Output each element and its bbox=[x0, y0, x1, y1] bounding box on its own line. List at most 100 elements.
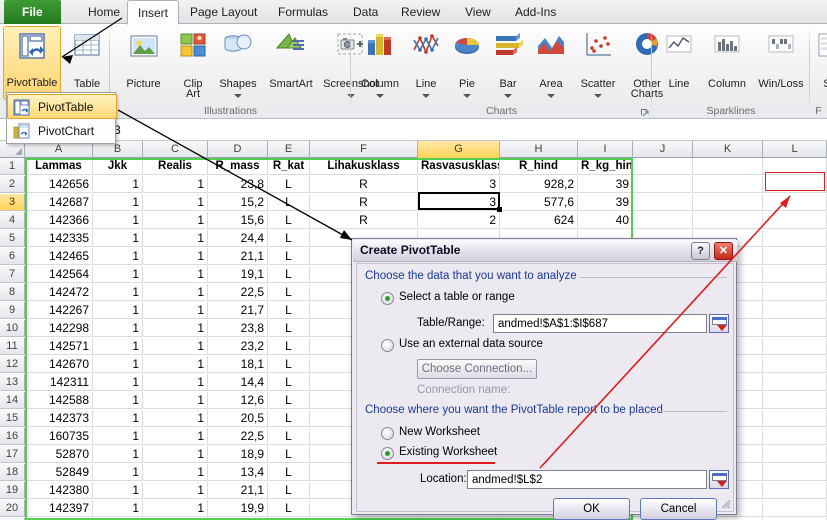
dialog-help-button[interactable]: ? bbox=[691, 242, 710, 260]
formula-input[interactable]: 3 bbox=[112, 121, 825, 139]
cell-E13[interactable]: L bbox=[268, 374, 310, 391]
cell-D3[interactable]: 15,2 bbox=[208, 194, 268, 211]
cell-A3[interactable]: 142687 bbox=[25, 194, 93, 211]
column-header-I[interactable]: I bbox=[578, 141, 633, 158]
cell-H4[interactable]: 624 bbox=[500, 212, 578, 229]
tab-page-layout[interactable]: Page Layout bbox=[180, 1, 267, 24]
cell-L10[interactable] bbox=[763, 320, 827, 337]
cell-E9[interactable]: L bbox=[268, 302, 310, 319]
cell-A1[interactable]: Lammas bbox=[25, 158, 93, 175]
cell-A18[interactable]: 52849 bbox=[25, 464, 93, 481]
cell-B1[interactable]: Jkk bbox=[93, 158, 143, 175]
cell-E6[interactable]: L bbox=[268, 248, 310, 265]
row-header-3[interactable]: 3 bbox=[0, 194, 25, 211]
cell-H2[interactable]: 928,2 bbox=[500, 176, 578, 193]
cell-D12[interactable]: 18,1 bbox=[208, 356, 268, 373]
cell-L12[interactable] bbox=[763, 356, 827, 373]
column-header-K[interactable]: K bbox=[693, 141, 763, 158]
cell-C14[interactable]: 1 bbox=[143, 392, 208, 409]
cell-H3[interactable]: 577,6 bbox=[500, 194, 578, 211]
cell-B14[interactable]: 1 bbox=[93, 392, 143, 409]
cell-D14[interactable]: 12,6 bbox=[208, 392, 268, 409]
bar-chart-button[interactable]: Bar bbox=[487, 26, 529, 100]
chevron-down-icon[interactable] bbox=[422, 94, 430, 98]
cell-A5[interactable]: 142335 bbox=[25, 230, 93, 247]
slicer-button[interactable]: S bbox=[812, 26, 827, 100]
cell-L3[interactable] bbox=[763, 194, 827, 211]
row-header-19[interactable]: 19 bbox=[0, 482, 25, 499]
row-header-2[interactable]: 2 bbox=[0, 176, 25, 193]
tab-file[interactable]: File bbox=[4, 0, 61, 24]
cell-C17[interactable]: 1 bbox=[143, 446, 208, 463]
cell-I4[interactable]: 40 bbox=[578, 212, 633, 229]
cell-G4[interactable]: 2 bbox=[418, 212, 500, 229]
row-header-9[interactable]: 9 bbox=[0, 302, 25, 319]
cell-A7[interactable]: 142564 bbox=[25, 266, 93, 283]
cell-A10[interactable]: 142298 bbox=[25, 320, 93, 337]
cell-C10[interactable]: 1 bbox=[143, 320, 208, 337]
cell-J2[interactable] bbox=[633, 176, 693, 193]
cell-D6[interactable]: 21,1 bbox=[208, 248, 268, 265]
cell-K3[interactable] bbox=[693, 194, 763, 211]
row-header-15[interactable]: 15 bbox=[0, 410, 25, 427]
cell-D10[interactable]: 23,8 bbox=[208, 320, 268, 337]
location-input[interactable]: andmed!$L$2 bbox=[467, 470, 707, 489]
cell-L18[interactable] bbox=[763, 464, 827, 481]
column-header-E[interactable]: E bbox=[268, 141, 310, 158]
cell-D9[interactable]: 21,7 bbox=[208, 302, 268, 319]
clipart-button[interactable]: Clip Art bbox=[173, 26, 213, 100]
cell-C12[interactable]: 1 bbox=[143, 356, 208, 373]
tab-formulas[interactable]: Formulas bbox=[268, 1, 338, 24]
cell-J1[interactable] bbox=[633, 158, 693, 175]
row-header-17[interactable]: 17 bbox=[0, 446, 25, 463]
sparkline-line-button[interactable]: Line bbox=[658, 26, 700, 100]
cell-E8[interactable]: L bbox=[268, 284, 310, 301]
chevron-down-icon[interactable] bbox=[463, 94, 471, 98]
row-header-18[interactable]: 18 bbox=[0, 464, 25, 481]
row-header-14[interactable]: 14 bbox=[0, 392, 25, 409]
cell-E14[interactable]: L bbox=[268, 392, 310, 409]
tab-review[interactable]: Review bbox=[391, 1, 450, 24]
cell-F3[interactable]: R bbox=[310, 194, 418, 211]
scatter-chart-button[interactable]: Scatter bbox=[573, 26, 623, 100]
cell-L17[interactable] bbox=[763, 446, 827, 463]
cell-L14[interactable] bbox=[763, 392, 827, 409]
location-collapse-dialog-button[interactable] bbox=[709, 470, 729, 489]
row-header-13[interactable]: 13 bbox=[0, 374, 25, 391]
cell-A13[interactable]: 142311 bbox=[25, 374, 93, 391]
cell-E4[interactable]: L bbox=[268, 212, 310, 229]
cell-I1[interactable]: R_kg_hind bbox=[578, 158, 633, 175]
radio-select-table-or-range[interactable] bbox=[381, 292, 394, 305]
table-range-input[interactable]: andmed!$A$1:$I$687 bbox=[493, 314, 707, 333]
cell-B6[interactable]: 1 bbox=[93, 248, 143, 265]
cell-J4[interactable] bbox=[633, 212, 693, 229]
cell-B13[interactable]: 1 bbox=[93, 374, 143, 391]
cell-B5[interactable]: 1 bbox=[93, 230, 143, 247]
shapes-button[interactable]: Shapes bbox=[214, 26, 262, 100]
cell-L6[interactable] bbox=[763, 248, 827, 265]
cell-C3[interactable]: 1 bbox=[143, 194, 208, 211]
cell-I3[interactable]: 39 bbox=[578, 194, 633, 211]
column-header-C[interactable]: C bbox=[143, 141, 208, 158]
cell-B20[interactable]: 1 bbox=[93, 500, 143, 517]
cell-E17[interactable]: L bbox=[268, 446, 310, 463]
cell-C20[interactable]: 1 bbox=[143, 500, 208, 517]
cell-E3[interactable]: L bbox=[268, 194, 310, 211]
tab-view[interactable]: View bbox=[455, 1, 501, 24]
cell-D11[interactable]: 23,2 bbox=[208, 338, 268, 355]
row-header-4[interactable]: 4 bbox=[0, 212, 25, 229]
cell-A17[interactable]: 52870 bbox=[25, 446, 93, 463]
cell-B7[interactable]: 1 bbox=[93, 266, 143, 283]
cell-J3[interactable] bbox=[633, 194, 693, 211]
cell-F2[interactable]: R bbox=[310, 176, 418, 193]
cell-A11[interactable]: 142571 bbox=[25, 338, 93, 355]
dialog-close-button[interactable]: ✕ bbox=[714, 242, 733, 260]
cell-H1[interactable]: R_hind bbox=[500, 158, 578, 175]
radio-use-external-data-source[interactable] bbox=[381, 339, 394, 352]
sparkline-column-button[interactable]: Column bbox=[700, 26, 754, 100]
cell-K2[interactable] bbox=[693, 176, 763, 193]
cell-B8[interactable]: 1 bbox=[93, 284, 143, 301]
cell-E5[interactable]: L bbox=[268, 230, 310, 247]
cell-L1[interactable] bbox=[763, 158, 827, 175]
ok-button[interactable]: OK bbox=[553, 498, 630, 520]
